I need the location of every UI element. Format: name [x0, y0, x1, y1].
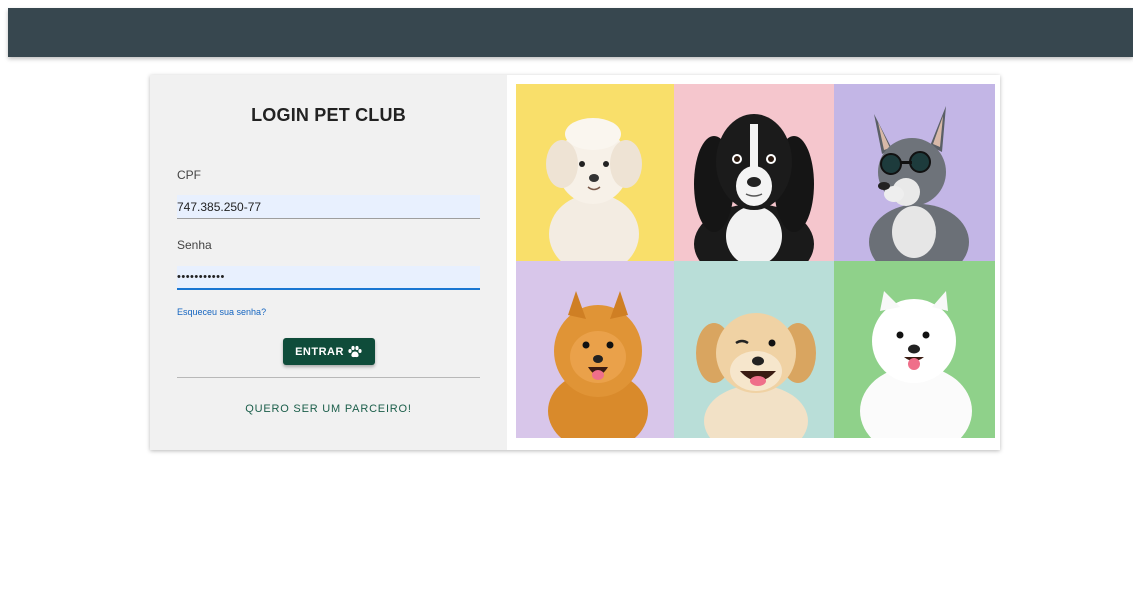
partner-signup-link[interactable]: QUERO SER UM PARCEIRO! — [150, 403, 507, 415]
divider — [177, 377, 480, 378]
login-card: LOGIN PET CLUB CPF Senha Esqueceu sua se… — [150, 75, 1000, 450]
login-panel: LOGIN PET CLUB CPF Senha Esqueceu sua se… — [150, 75, 507, 450]
cpf-input[interactable] — [177, 195, 480, 219]
cpf-label: CPF — [177, 168, 201, 182]
dog-photo-black-white-spaniel — [674, 84, 834, 261]
dog-photo-white-samoyed — [834, 261, 995, 438]
dog-photo-husky-sunglasses — [834, 84, 995, 261]
dog-photo-white-poodle — [516, 84, 674, 261]
page-title: LOGIN PET CLUB — [251, 105, 406, 125]
top-app-bar — [8, 8, 1133, 57]
enter-button-label: ENTRAR — [295, 345, 344, 358]
dog-photo-golden-spaniel — [674, 261, 834, 438]
forgot-password-link[interactable]: Esqueceu sua senha? — [177, 307, 266, 317]
dog-photo-pomeranian — [516, 261, 674, 438]
senha-label: Senha — [177, 238, 212, 252]
enter-button[interactable]: ENTRAR — [283, 338, 375, 365]
dog-photo-grid — [516, 84, 995, 438]
paw-icon — [347, 345, 363, 359]
password-input[interactable] — [177, 266, 480, 290]
photo-panel — [507, 75, 1000, 450]
